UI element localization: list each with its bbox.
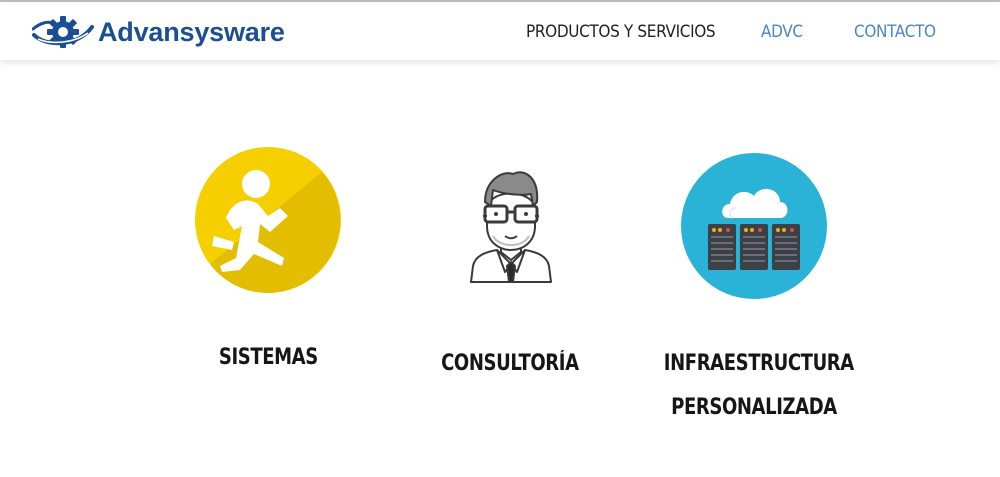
service-label-sistemas[interactable]: SISTEMAS bbox=[168, 336, 368, 380]
cloud-servers-icon[interactable] bbox=[680, 152, 828, 300]
gear-swoosh-icon bbox=[32, 15, 94, 49]
nav-item-productos-y-servicios[interactable]: PRODUCTOS Y SERVICIOS bbox=[526, 20, 716, 44]
brand-name: Advansysware bbox=[98, 16, 285, 47]
service-label-consultoria[interactable]: CONSULTORÍA bbox=[410, 342, 610, 386]
running-person-icon[interactable] bbox=[194, 146, 342, 294]
service-label-infraestructura-personalizada[interactable]: INFRAESTRUCTURA PERSONALIZADA bbox=[644, 342, 864, 430]
nav-item-advc[interactable]: ADVC bbox=[761, 20, 803, 44]
site-header: Advansysware PRODUCTOS Y SERVICIOS ADVC … bbox=[0, 2, 1000, 60]
brand-logo-link[interactable]: Advansysware bbox=[32, 14, 285, 50]
nav-item-contacto[interactable]: CONTACTO bbox=[854, 20, 936, 44]
consultant-person-icon[interactable] bbox=[463, 160, 559, 286]
